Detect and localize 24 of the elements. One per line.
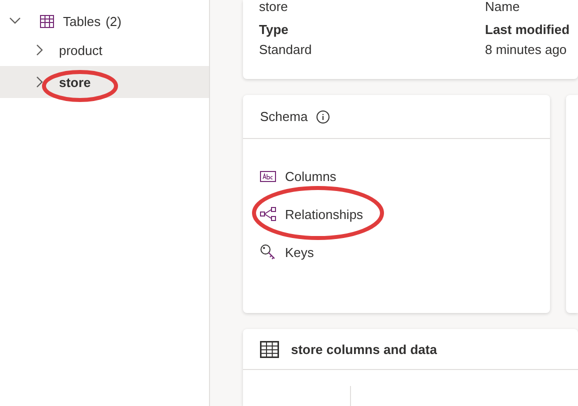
field-value: Standard (259, 42, 313, 57)
tree-group-count: (2) (106, 14, 122, 28)
tree-group-label[interactable]: Tables (63, 14, 101, 28)
key-icon (260, 244, 276, 260)
field-label: Type (259, 22, 290, 37)
chevron-down-icon[interactable] (9, 17, 21, 25)
schema-link[interactable]: Columns (260, 166, 550, 186)
table-icon (260, 340, 279, 358)
field-value: 8 minutes ago (485, 42, 568, 57)
field-label: Last modified (485, 22, 571, 37)
info-icon[interactable] (316, 110, 330, 124)
text-field-icon (260, 170, 276, 182)
card-title: store columns and data (291, 342, 437, 356)
tree-item[interactable]: store (0, 66, 209, 98)
tree-item[interactable]: product (0, 34, 209, 66)
card-title: Schema (260, 109, 308, 124)
table-icon (40, 14, 54, 28)
chevron-right-icon[interactable] (36, 76, 43, 88)
relationship-icon (260, 207, 276, 221)
schema-link[interactable]: Relationships (260, 204, 550, 224)
chevron-right-icon[interactable] (36, 44, 43, 56)
field-value: store (259, 0, 289, 14)
schema-link[interactable]: Keys (260, 242, 550, 262)
field-label: Name (485, 0, 521, 14)
